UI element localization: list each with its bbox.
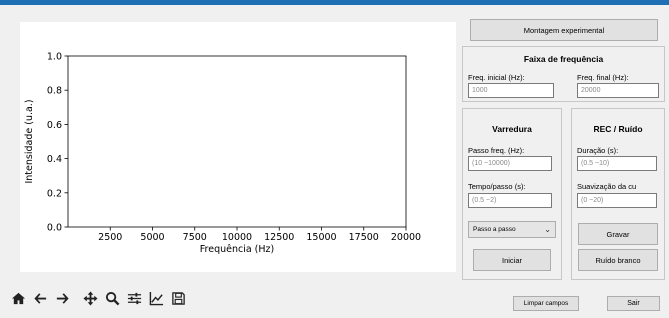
suavizacao-input[interactable]: (0 ~20) — [577, 193, 657, 208]
freq-final-input[interactable]: 20000 — [577, 83, 659, 98]
chevron-down-icon: ⌄ — [544, 225, 551, 234]
x-tick-label: 17500 — [349, 232, 379, 243]
freq-inicial-input[interactable]: 1000 — [468, 83, 554, 98]
varredura-title: Varredura — [492, 124, 532, 134]
y-tick-label: 0.8 — [47, 86, 62, 97]
gravar-button[interactable]: Gravar — [578, 223, 658, 245]
faixa-frequencia-title: Faixa de frequência — [523, 54, 604, 64]
y-tick-label: 0.4 — [47, 154, 62, 165]
y-tick-label: 0.0 — [47, 223, 62, 234]
montagem-experimental-button[interactable]: Montagem experimental — [470, 19, 658, 41]
forward-arrow-icon[interactable] — [52, 288, 72, 308]
rec-ruido-group: REC / Ruído Duração (s): (0.5 ~10) Suavi… — [571, 108, 665, 280]
save-icon[interactable] — [168, 288, 188, 308]
axes-frame — [67, 55, 407, 228]
freq-final-label: Freq. final (Hz): — [577, 73, 629, 82]
x-tick-label: 20000 — [391, 232, 421, 243]
home-icon[interactable] — [8, 288, 28, 308]
sweep-mode-value: Passo a passo — [473, 226, 516, 233]
y-tick-label: 0.6 — [47, 120, 62, 131]
suavizacao-label: Suavização da cu — [577, 182, 637, 191]
y-tick-label: 1.0 — [47, 52, 62, 63]
tempo-passo-label: Tempo/passo (s): — [468, 182, 526, 191]
x-tick-label: 7500 — [183, 232, 207, 243]
x-tick-label: 5000 — [140, 232, 164, 243]
y-tick-label: 0.2 — [47, 188, 62, 199]
rec-ruido-title: REC / Ruído — [593, 124, 643, 134]
x-tick-label: 12500 — [264, 232, 294, 243]
duracao-label: Duração (s): — [577, 146, 619, 155]
x-tick-label: 2500 — [98, 232, 122, 243]
plot-figure: 2500 5000 7500 10000 12500 15000 17500 20000 0.0… — [24, 52, 421, 256]
duracao-input[interactable]: (0.5 ~10) — [577, 156, 657, 171]
tempo-passo-input[interactable]: (0.5 ~2) — [468, 193, 552, 208]
sair-button[interactable]: Sair — [607, 296, 660, 311]
zoom-icon[interactable] — [102, 288, 122, 308]
pan-icon[interactable] — [80, 288, 100, 308]
configure-subplots-icon[interactable] — [124, 288, 144, 308]
window-title-bar-edge — [0, 0, 669, 5]
sweep-mode-select[interactable]: Passo a passo ⌄ — [468, 221, 556, 238]
y-axis-label: Intensidade (u.a.) — [24, 99, 35, 183]
x-tick-label: 15000 — [306, 232, 336, 243]
passo-freq-input[interactable]: (10 ~10000) — [468, 156, 552, 171]
back-arrow-icon[interactable] — [30, 288, 50, 308]
ruido-branco-button[interactable]: Ruído branco — [578, 249, 658, 271]
faixa-frequencia-group: Faixa de frequência Freq. inicial (Hz): … — [462, 46, 665, 102]
x-axis-label: Frequência (Hz) — [200, 244, 274, 255]
navigation-toolbar — [8, 287, 188, 309]
varredura-group: Varredura Passo freq. (Hz): (10 ~10000) … — [462, 108, 562, 280]
passo-freq-label: Passo freq. (Hz): — [468, 146, 525, 155]
freq-inicial-label: Freq. inicial (Hz): — [468, 73, 525, 82]
edit-axis-icon[interactable] — [146, 288, 166, 308]
x-tick-label: 10000 — [222, 232, 252, 243]
iniciar-button[interactable]: Iniciar — [473, 249, 551, 271]
limpar-campos-button[interactable]: Limpar campos — [513, 296, 579, 311]
